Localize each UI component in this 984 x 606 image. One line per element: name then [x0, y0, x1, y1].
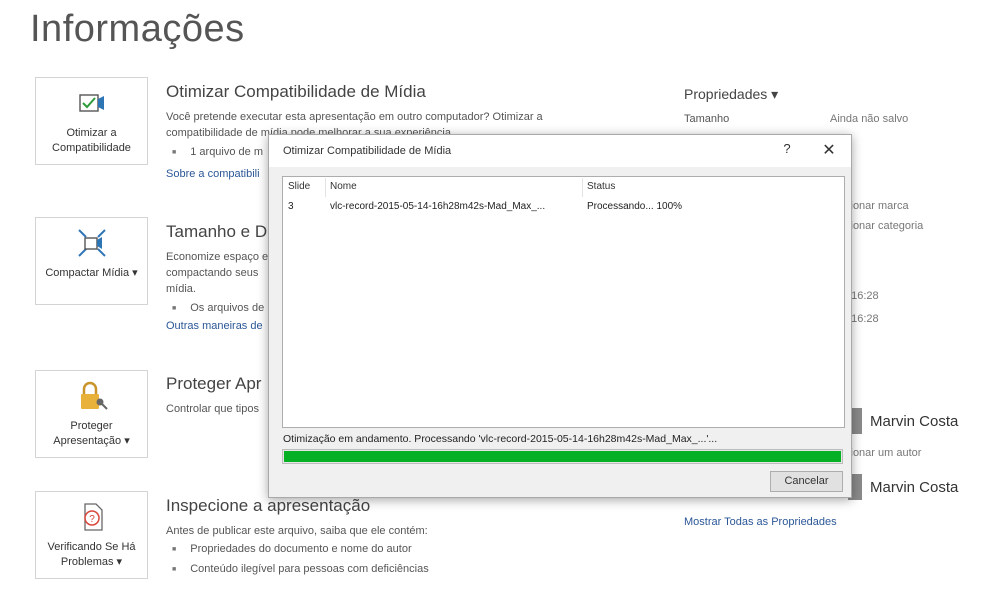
- cell-status: Processando... 100%: [587, 201, 683, 212]
- dialog-title: Otimizar Compatibilidade de Mídia: [283, 145, 452, 157]
- protect-presentation-button[interactable]: Proteger Apresentação ▾: [35, 370, 148, 458]
- compress-media-icon: [36, 226, 147, 260]
- property-value: Ainda não salvo: [830, 113, 909, 125]
- cancel-button[interactable]: Cancelar: [770, 471, 843, 492]
- close-icon[interactable]: ✕: [819, 140, 839, 160]
- section-title: Otimizar Compatibilidade de Mídia: [166, 82, 426, 101]
- tile-label: Proteger Apresentação ▾: [53, 420, 130, 447]
- tile-label: Otimizar a Compatibilidade: [52, 127, 131, 154]
- column-divider[interactable]: [325, 178, 326, 197]
- optimize-compatibility-dialog: Otimizar Compatibilidade de Mídia ? ✕ Sl…: [268, 134, 852, 498]
- svg-text:?: ?: [89, 514, 95, 525]
- cell-slide: 3: [288, 201, 294, 212]
- film-check-icon: [36, 86, 147, 120]
- tile-label: Verificando Se Há Problemas ▾: [47, 541, 136, 568]
- author-name: Marvin Costa: [870, 478, 959, 496]
- cell-name: vlc-record-2015-05-14-16h28m42s-Mad_Max_…: [330, 201, 546, 212]
- property-key: Tamanho: [684, 113, 730, 125]
- list-item: Os arquivos de: [172, 302, 264, 314]
- inspect-document-icon: ?: [36, 500, 147, 534]
- compress-media-button[interactable]: Compactar Mídia ▾: [35, 217, 148, 305]
- author-entry: Marvin Costa: [848, 408, 958, 434]
- progress-bar: [282, 449, 843, 464]
- dialog-titlebar: Otimizar Compatibilidade de Mídia ? ✕: [269, 135, 851, 167]
- column-header-slide[interactable]: Slide: [288, 181, 310, 192]
- column-header-name[interactable]: Nome: [330, 181, 357, 192]
- page-title: Informações: [30, 8, 245, 50]
- progress-fill: [284, 451, 841, 462]
- column-header-status[interactable]: Status: [587, 181, 615, 192]
- progress-status-text: Otimização em andamento. Processando 'vl…: [283, 433, 718, 445]
- list-item: Propriedades do documento e nome do auto…: [172, 543, 411, 555]
- add-tag-field[interactable]: cionar marca: [845, 200, 909, 212]
- section-title: Tamanho e D: [166, 222, 268, 241]
- about-compatibility-link[interactable]: Sobre a compatibili: [166, 168, 260, 180]
- section-description: Antes de publicar este arquivo, saiba qu…: [166, 525, 428, 537]
- tile-label: Compactar Mídia ▾: [45, 267, 138, 279]
- section-title: Inspecione a apresentação: [166, 496, 371, 515]
- add-category-field[interactable]: cionar categoria: [845, 220, 923, 232]
- properties-heading[interactable]: Propriedades ▾: [684, 86, 778, 103]
- last-modified-by-entry: Marvin Costa: [848, 474, 958, 500]
- other-ways-link[interactable]: Outras maneiras de: [166, 320, 263, 332]
- section-title: Proteger Apr: [166, 374, 262, 393]
- list-item: 1 arquivo de m: [172, 146, 263, 158]
- media-list[interactable]: Slide Nome Status 3 vlc-record-2015-05-1…: [282, 176, 845, 428]
- show-all-properties-link[interactable]: Mostrar Todas as Propriedades: [684, 516, 837, 528]
- help-button[interactable]: ?: [777, 141, 797, 156]
- add-author-field[interactable]: cionar um autor: [845, 447, 921, 459]
- column-divider[interactable]: [582, 178, 583, 197]
- optimize-compatibility-button[interactable]: Otimizar a Compatibilidade: [35, 77, 148, 165]
- lock-key-icon: [36, 379, 147, 413]
- check-issues-button[interactable]: ? Verificando Se Há Problemas ▾: [35, 491, 148, 579]
- author-name: Marvin Costa: [870, 412, 959, 430]
- list-item: Conteúdo ilegível para pessoas com defic…: [172, 563, 428, 575]
